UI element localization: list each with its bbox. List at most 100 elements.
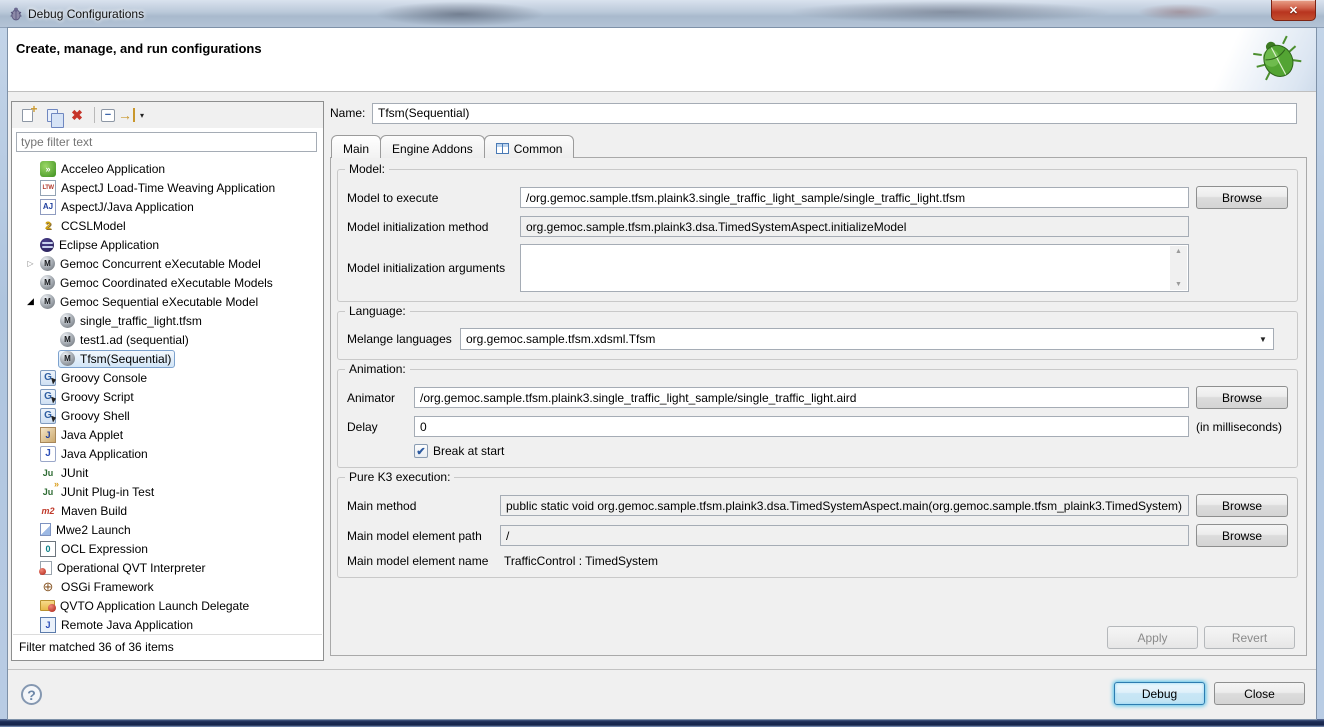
title-bar: Debug Configurations ✕ [0, 0, 1324, 28]
tree-item[interactable]: 0 OCL Expression [13, 539, 322, 558]
filter-input[interactable] [16, 132, 317, 152]
animator-browse-button[interactable]: Browse [1196, 386, 1288, 409]
filter-configs-button[interactable]: → [118, 108, 135, 122]
tree-item[interactable]: MGemoc Coordinated eXecutable Models [13, 273, 322, 292]
break-at-start-label: Break at start [433, 444, 504, 458]
apply-button[interactable]: Apply [1107, 626, 1198, 649]
melange-languages-value: org.gemoc.sample.tfsm.xdsml.Tfsm [466, 332, 655, 346]
tree-item[interactable]: JuJUnit [13, 463, 322, 482]
tree-item-label: CCSLModel [61, 219, 126, 233]
tree-item-label: Operational QVT Interpreter [57, 561, 206, 575]
eclipse-icon [40, 238, 54, 252]
tree-item-label: OSGi Framework [61, 580, 154, 594]
gemoc-icon: M [60, 351, 75, 366]
tree-item-label: QVTO Application Launch Delegate [60, 599, 249, 613]
tree-item[interactable]: AJAspectJ/Java Application [13, 197, 322, 216]
animation-group-legend: Animation: [345, 362, 410, 376]
tree-item-label: OCL Expression [61, 542, 148, 556]
duplicate-config-button[interactable] [41, 105, 63, 125]
model-init-args-textarea[interactable]: ▲ ▼ [520, 244, 1189, 292]
maven-icon: m2 [40, 503, 56, 519]
debug-button[interactable]: Debug [1114, 682, 1205, 705]
tree-item[interactable]: 2CCSLModel [13, 216, 322, 235]
model-init-method-input [520, 216, 1189, 237]
pure-k3-group-legend: Pure K3 execution: [345, 470, 454, 484]
main-method-browse-button[interactable]: Browse [1196, 494, 1288, 517]
element-path-browse-button[interactable]: Browse [1196, 524, 1288, 547]
junit-plugin-icon: Ju [40, 484, 56, 500]
new-config-button[interactable] [16, 105, 38, 125]
tree-item-label: JUnit Plug-in Test [61, 485, 154, 499]
tree-item[interactable]: Operational QVT Interpreter [13, 558, 322, 577]
tree-item[interactable]: LTWAspectJ Load-Time Weaving Application [13, 178, 322, 197]
tree-item[interactable]: JJava Application [13, 444, 322, 463]
groovy-icon: G [40, 408, 56, 424]
tree-item[interactable]: JRemote Java Application [13, 615, 322, 633]
window-border-bottom [0, 719, 1324, 727]
tree-item-label: Gemoc Coordinated eXecutable Models [60, 276, 273, 290]
chevron-down-icon[interactable]: ▼ [1254, 330, 1272, 348]
tree-item-label: Groovy Script [61, 390, 134, 404]
tree-item[interactable]: GGroovy Script [13, 387, 322, 406]
tab-common[interactable]: Common [484, 135, 575, 158]
qvto-icon [40, 600, 55, 611]
qvt-interpreter-icon [40, 561, 52, 575]
tab-engine-addons[interactable]: Engine Addons [380, 135, 485, 158]
scroll-up-icon[interactable]: ▲ [1175, 248, 1182, 255]
tree-item[interactable]: m2Maven Build [13, 501, 322, 520]
dropdown-arrow-icon[interactable]: ▾ [140, 111, 144, 120]
tree-item[interactable]: »Acceleo Application [13, 159, 322, 178]
revert-button[interactable]: Revert [1204, 626, 1295, 649]
expand-arrow-icon[interactable]: ▷ [23, 259, 38, 268]
name-input[interactable] [372, 103, 1297, 124]
tree-item[interactable]: ⊕OSGi Framework [13, 577, 322, 596]
close-button[interactable]: Close [1214, 682, 1305, 705]
main-method-label: Main method [347, 499, 500, 513]
tree-item-label: JUnit [61, 466, 88, 480]
model-group: Model: Model to execute Browse Model ini… [337, 169, 1298, 302]
model-to-execute-input[interactable] [520, 187, 1189, 208]
args-scrollbar[interactable]: ▲ ▼ [1170, 246, 1187, 290]
tree-item-label: Gemoc Sequential eXecutable Model [60, 295, 258, 309]
collapse-all-button[interactable]: − [101, 109, 115, 122]
tree-item[interactable]: GGroovy Shell [13, 406, 322, 425]
delay-input[interactable] [414, 416, 1189, 437]
tree-item-label: Eclipse Application [59, 238, 159, 252]
model-browse-button[interactable]: Browse [1196, 186, 1288, 209]
collapse-arrow-icon[interactable]: ◢ [23, 296, 38, 307]
tree-item[interactable]: ◢MGemoc Sequential eXecutable Model [13, 292, 322, 311]
delete-config-button[interactable]: ✖ [66, 105, 88, 125]
help-button[interactable]: ? [21, 684, 42, 705]
configuration-editor: Name: MainEngine AddonsCommon Model: Mod… [330, 102, 1307, 666]
main-model-element-name-label: Main model element name [347, 554, 500, 568]
tab-main[interactable]: Main [331, 135, 381, 158]
tree-item[interactable]: Mtest1.ad (sequential) [13, 330, 322, 349]
tree-item[interactable]: ▷MGemoc Concurrent eXecutable Model [13, 254, 322, 273]
tree-item[interactable]: Eclipse Application [13, 235, 322, 254]
melange-languages-combo[interactable]: org.gemoc.sample.tfsm.xdsml.Tfsm ▼ [460, 328, 1274, 350]
scroll-down-icon[interactable]: ▼ [1175, 281, 1182, 288]
tree-item[interactable]: GGroovy Console [13, 368, 322, 387]
tree-item[interactable]: Mwe2 Launch [13, 520, 322, 539]
dialog-footer: ? Debug Close [8, 669, 1316, 719]
debug-bug-icon [1252, 34, 1304, 86]
language-group-legend: Language: [345, 304, 410, 318]
tree-item[interactable]: MTfsm(Sequential) [13, 349, 322, 368]
main-model-element-path-label: Main model element path [347, 529, 500, 543]
tree-item[interactable]: JJava Applet [13, 425, 322, 444]
break-at-start-checkbox[interactable]: ✔ [414, 444, 428, 458]
configurations-toolbar: ✖−→ ▾ [12, 102, 323, 128]
ocl-icon: 0 [40, 541, 56, 557]
groovy-icon: G [40, 370, 56, 386]
tab-label: Engine Addons [392, 142, 473, 156]
tree-item[interactable]: Msingle_traffic_light.tfsm [13, 311, 322, 330]
java-applet-icon: J [40, 427, 56, 443]
tree-item[interactable]: QVTO Application Launch Delegate [13, 596, 322, 615]
tree-item[interactable]: Ju JUnit Plug-in Test [13, 482, 322, 501]
main-model-element-path-input [500, 525, 1189, 546]
animator-input[interactable] [414, 387, 1189, 408]
acceleo-icon: » [40, 161, 56, 177]
table-icon [496, 143, 509, 154]
close-window-button[interactable]: ✕ [1271, 0, 1316, 21]
new-config-icon [22, 109, 33, 122]
